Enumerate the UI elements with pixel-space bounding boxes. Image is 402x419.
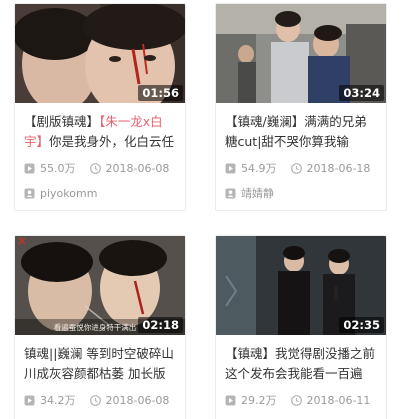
view-count: 34.2万 [40, 394, 76, 407]
view-count: 54.9万 [241, 162, 277, 175]
clock-icon [290, 394, 302, 406]
duration-badge: 01:56 [138, 85, 183, 101]
video-grid: 01:56 【剧版镇魂】【朱一龙x白宇】你是我身外，化白云任 55.0万 201… [0, 0, 402, 419]
title-part: 你是我身外，化白云任 [49, 134, 175, 149]
view-count: 29.2万 [241, 394, 277, 407]
video-card[interactable]: 03:24 【镇魂/巍澜】满满的兄弟糖cut|甜不哭你算我输 54.9万 201… [215, 3, 387, 211]
video-meta: 55.0万 2018-06-08 [24, 160, 176, 176]
clock-icon [290, 162, 302, 174]
author-name: 靖婧静 [241, 187, 274, 200]
thumb-caption: 看遍蚕悦你进身特干满出 [54, 322, 137, 332]
play-icon [225, 163, 236, 174]
play-icon [24, 163, 35, 174]
clock-icon [89, 162, 101, 174]
video-author[interactable]: 靖婧静 [225, 185, 377, 201]
video-thumbnail[interactable]: 03:24 [216, 4, 386, 103]
video-meta: 54.9万 2018-06-18 [225, 160, 377, 176]
duration-badge: 03:24 [339, 85, 384, 101]
upload-date: 2018-06-18 [306, 161, 371, 175]
duration-badge: 02:35 [339, 317, 384, 333]
video-title[interactable]: 【镇魂】我觉得剧没播之前这个发布会我能看一百遍 现 [225, 344, 377, 384]
author-name: piyokomm [40, 186, 98, 200]
video-title[interactable]: 【镇魂/巍澜】满满的兄弟糖cut|甜不哭你算我输 [225, 112, 377, 152]
view-count: 55.0万 [40, 162, 76, 175]
play-icon [225, 395, 236, 406]
user-icon [225, 188, 236, 199]
video-title[interactable]: 镇魂||巍澜 等到时空破碎山川成灰容颜都枯萎 加长版时 [24, 344, 176, 384]
video-card[interactable]: 02:35 【镇魂】我觉得剧没播之前这个发布会我能看一百遍 现 29.2万 20… [215, 235, 387, 419]
play-icon [24, 395, 35, 406]
title-part: 【剧版镇魂】 [24, 114, 100, 129]
duration-badge: 02:18 [138, 317, 183, 333]
video-meta: 34.2万 2018-06-08 [24, 392, 176, 408]
upload-date: 2018-06-08 [105, 161, 170, 175]
video-thumbnail[interactable]: 01:56 [15, 4, 185, 103]
video-card[interactable]: 01:56 【剧版镇魂】【朱一龙x白宇】你是我身外，化白云任 55.0万 201… [14, 3, 186, 211]
user-icon [24, 188, 35, 199]
video-card[interactable]: 看遍蚕悦你进身特干满出 02:18 镇魂||巍澜 等到时空破碎山川成灰容颜都枯萎… [14, 235, 186, 419]
video-title[interactable]: 【剧版镇魂】【朱一龙x白宇】你是我身外，化白云任 [24, 112, 176, 152]
upload-date: 2018-06-11 [306, 393, 371, 407]
video-thumbnail[interactable]: 看遍蚕悦你进身特干满出 02:18 [15, 236, 185, 335]
video-thumbnail[interactable]: 02:35 [216, 236, 386, 335]
video-meta: 29.2万 2018-06-11 [225, 392, 377, 408]
upload-date: 2018-06-08 [105, 393, 170, 407]
video-author[interactable]: piyokomm [24, 185, 176, 201]
clock-icon [89, 394, 101, 406]
